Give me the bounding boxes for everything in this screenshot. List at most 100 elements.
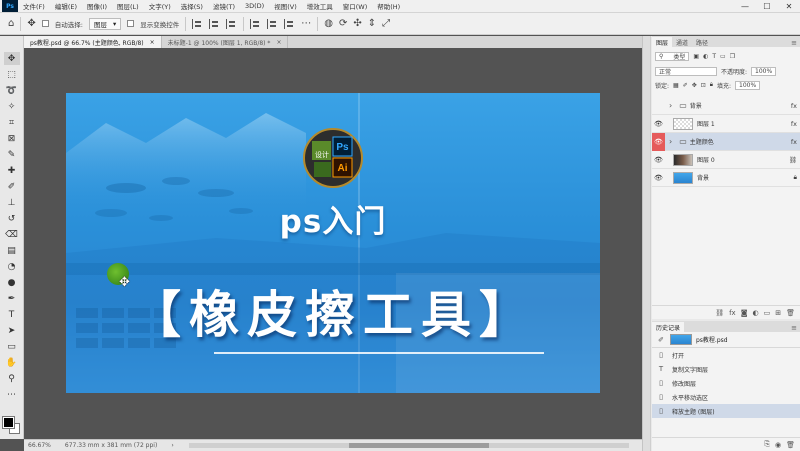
filter-smart-icon[interactable]: ❐ bbox=[730, 53, 735, 60]
layer-row-theme-color[interactable]: 👁︎ › ▭ 主题颜色 fx bbox=[652, 132, 800, 151]
menu-3d[interactable]: 3D(D) bbox=[240, 2, 269, 10]
frame-tool-icon[interactable]: ⊠ bbox=[4, 132, 20, 145]
show-transform-checkbox[interactable] bbox=[127, 20, 135, 27]
new-group-icon[interactable]: ▭ bbox=[764, 309, 771, 317]
lock-all-icon[interactable]: 🔒︎ bbox=[710, 81, 713, 89]
move-tool-icon[interactable]: ✥ bbox=[27, 18, 35, 29]
menu-filter[interactable]: 滤镜(T) bbox=[208, 1, 240, 11]
3d-pan-icon[interactable]: ✣ bbox=[353, 18, 361, 29]
move-tool-icon[interactable]: ✥ bbox=[3, 52, 20, 65]
align-bottom-icon[interactable] bbox=[284, 18, 295, 29]
close-button[interactable]: ✕ bbox=[778, 0, 800, 13]
marquee-tool-icon[interactable]: ⬚ bbox=[4, 68, 20, 81]
new-layer-icon[interactable]: ⊞ bbox=[775, 309, 781, 317]
panel-menu-icon[interactable]: ≡ bbox=[791, 324, 800, 332]
eraser-tool-icon[interactable]: ⌫ bbox=[4, 228, 20, 241]
blend-mode-dropdown[interactable]: 正常 bbox=[655, 66, 717, 76]
horizontal-scrollbar[interactable] bbox=[189, 443, 629, 448]
new-document-from-state-icon[interactable]: ⎘ bbox=[764, 440, 770, 449]
more-tools-icon[interactable]: ⋯ bbox=[4, 388, 20, 401]
more-options-icon[interactable]: ⋯ bbox=[301, 18, 311, 29]
history-brush-icon[interactable]: ✐ bbox=[656, 336, 666, 344]
scrollbar-thumb[interactable] bbox=[349, 443, 489, 448]
chevron-right-icon[interactable]: › bbox=[669, 137, 672, 146]
add-mask-icon[interactable]: ◙ bbox=[741, 309, 748, 317]
tab-ps-tutorial[interactable]: ps教程.psd @ 66.7% (主题颜色, RGB/8) × bbox=[24, 36, 162, 48]
align-right-icon[interactable] bbox=[226, 18, 237, 29]
zoom-tool-icon[interactable]: ⚲ bbox=[4, 372, 20, 385]
history-item[interactable]: ▯ 修改图层 bbox=[652, 376, 800, 390]
fill-field[interactable]: 100% bbox=[735, 80, 761, 90]
menu-layer[interactable]: 图层(L) bbox=[112, 1, 144, 11]
fx-icon[interactable]: fx bbox=[729, 309, 736, 317]
healing-brush-tool-icon[interactable]: ✚ bbox=[4, 164, 20, 177]
eye-icon[interactable]: 👁︎ bbox=[652, 120, 665, 128]
dodge-tool-icon[interactable]: ● bbox=[4, 276, 20, 289]
history-brush-tool-icon[interactable]: ↺ bbox=[4, 212, 20, 225]
layer-row-background-group[interactable]: › ▭ 背景 fx bbox=[652, 97, 800, 115]
history-snapshot[interactable]: ✐ ps教程.psd bbox=[652, 332, 800, 348]
lock-artboard-icon[interactable]: ⊡ bbox=[701, 82, 706, 89]
layer-row-layer-0[interactable]: 👁︎ 图层 0 ⛓︎ bbox=[652, 151, 800, 169]
shape-tool-icon[interactable]: ▭ bbox=[4, 340, 20, 353]
canvas-area[interactable]: Ps Ai 设计 ps入门 【橡皮擦工具】 ✥ bbox=[24, 48, 642, 439]
filter-pixel-icon[interactable]: ▣ bbox=[693, 53, 699, 60]
magic-wand-tool-icon[interactable]: ✧ bbox=[4, 100, 20, 113]
menu-edit[interactable]: 编辑(E) bbox=[50, 1, 82, 11]
3d-slide-icon[interactable]: ⇕ bbox=[368, 18, 376, 29]
brush-tool-icon[interactable]: ✐ bbox=[4, 180, 20, 193]
menu-file[interactable]: 文件(F) bbox=[18, 1, 50, 11]
status-arrow-icon[interactable]: › bbox=[171, 442, 173, 449]
lasso-tool-icon[interactable]: ➰ bbox=[4, 84, 20, 97]
3d-rotate-icon[interactable]: ⟳ bbox=[339, 18, 347, 29]
lock-paint-icon[interactable]: ✐ bbox=[683, 82, 688, 89]
eye-icon[interactable]: 👁︎ bbox=[652, 174, 665, 182]
auto-select-dropdown[interactable]: 图层 ▾ bbox=[88, 17, 122, 30]
gradient-tool-icon[interactable]: ▤ bbox=[4, 244, 20, 257]
fx-icon[interactable]: fx bbox=[791, 138, 797, 146]
adjustment-layer-icon[interactable]: ◐ bbox=[753, 309, 759, 317]
photoshop-app-icon[interactable]: Ps bbox=[2, 0, 18, 12]
menu-help[interactable]: 帮助(H) bbox=[372, 1, 405, 11]
tab-history[interactable]: 历史记录 bbox=[652, 322, 685, 332]
history-item-selected[interactable]: ▯ 释放主题 (图层) bbox=[652, 404, 800, 418]
minimize-button[interactable]: — bbox=[734, 0, 756, 13]
3d-scale-icon[interactable]: ⤢ bbox=[382, 18, 390, 29]
panel-menu-icon[interactable]: ≡ bbox=[791, 39, 800, 47]
fx-icon[interactable]: fx bbox=[791, 120, 797, 128]
filter-shape-icon[interactable]: ▭ bbox=[720, 53, 726, 60]
history-item[interactable]: ▯ 水平移动选区 bbox=[652, 390, 800, 404]
align-middle-icon[interactable] bbox=[267, 18, 278, 29]
link-layers-icon[interactable]: ⛓︎ bbox=[715, 309, 724, 317]
align-center-icon[interactable] bbox=[209, 18, 220, 29]
history-item[interactable]: ▯ 打开 bbox=[652, 348, 800, 362]
foreground-color-swatch[interactable] bbox=[2, 416, 15, 429]
filter-adjust-icon[interactable]: ◐ bbox=[703, 53, 708, 60]
close-icon[interactable]: × bbox=[276, 39, 281, 46]
home-icon[interactable]: ⌂ bbox=[8, 18, 14, 29]
chevron-right-icon[interactable]: › bbox=[669, 101, 672, 110]
tab-layers[interactable]: 图层 bbox=[652, 37, 673, 47]
auto-select-checkbox[interactable] bbox=[41, 20, 49, 27]
layer-row-layer-1[interactable]: 👁︎ 图层 1 fx bbox=[652, 115, 800, 133]
menu-window[interactable]: 窗口(W) bbox=[338, 1, 373, 11]
layer-row-background[interactable]: 👁︎ 背景 🔒︎ bbox=[652, 169, 800, 187]
3d-mode-icon[interactable]: ◍ bbox=[324, 18, 333, 29]
artboard[interactable]: Ps Ai 设计 ps入门 【橡皮擦工具】 ✥ bbox=[66, 93, 600, 393]
opacity-field[interactable]: 100% bbox=[751, 66, 777, 76]
lock-transparent-icon[interactable]: ▦ bbox=[673, 82, 679, 89]
menu-select[interactable]: 选择(S) bbox=[176, 1, 208, 11]
eye-icon[interactable]: 👁︎ bbox=[652, 132, 665, 151]
menu-view[interactable]: 视图(V) bbox=[269, 1, 302, 11]
tab-untitled-1[interactable]: 未标题-1 @ 100% (图层 1, RGB/8) * × bbox=[162, 36, 289, 48]
path-selection-tool-icon[interactable]: ➤ bbox=[4, 324, 20, 337]
menu-plugins[interactable]: 增效工具 bbox=[302, 1, 338, 11]
close-icon[interactable]: × bbox=[150, 39, 155, 46]
tab-paths[interactable]: 路径 bbox=[692, 37, 712, 47]
pen-tool-icon[interactable]: ✒ bbox=[4, 292, 20, 305]
zoom-level[interactable]: 66.67% bbox=[28, 442, 51, 449]
fx-icon[interactable]: fx bbox=[791, 102, 797, 110]
eye-icon[interactable]: 👁︎ bbox=[652, 156, 665, 164]
trash-icon[interactable]: 🗑︎ bbox=[786, 309, 795, 317]
maximize-button[interactable]: ☐ bbox=[756, 0, 778, 13]
